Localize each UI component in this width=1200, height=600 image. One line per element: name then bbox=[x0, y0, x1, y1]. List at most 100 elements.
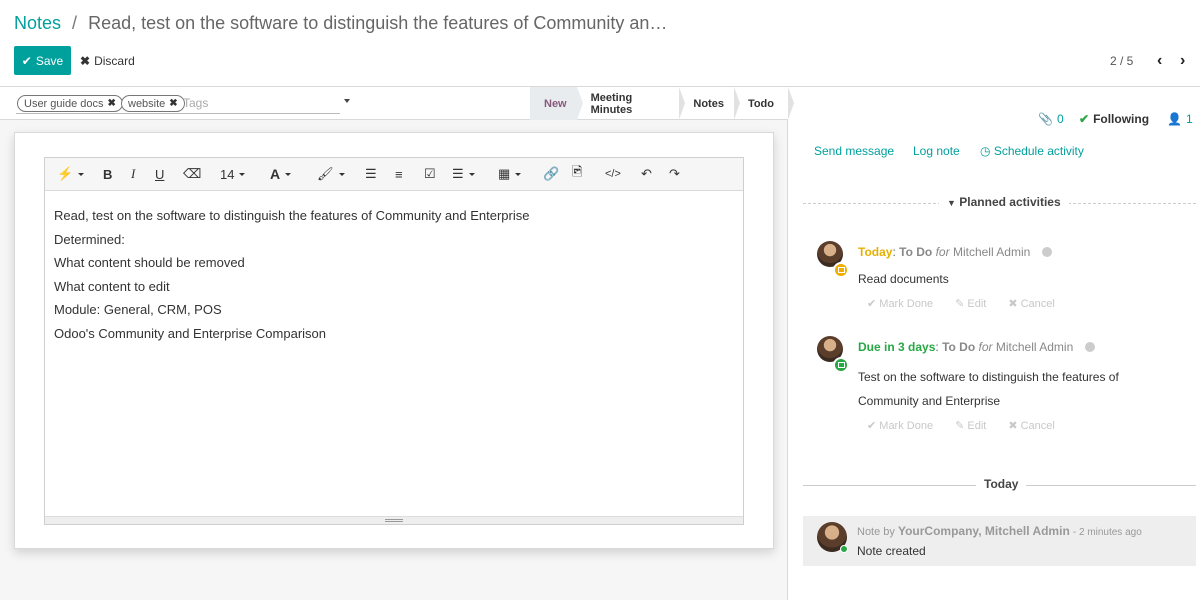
activity-for-label: for bbox=[978, 340, 993, 354]
editor-resize-handle[interactable] bbox=[45, 516, 743, 524]
note-content[interactable]: Read, test on the software to distinguis… bbox=[54, 204, 529, 345]
online-status-icon bbox=[840, 545, 848, 553]
activity-header[interactable]: Due in 3 days: To Do for Mitchell Admin bbox=[858, 340, 1095, 354]
attachments-count: 0 bbox=[1056, 112, 1064, 126]
font-color-icon: A bbox=[270, 166, 281, 182]
edit-activity-button[interactable]: ✎ Edit bbox=[955, 419, 986, 432]
info-icon[interactable] bbox=[1084, 342, 1095, 352]
breadcrumb-notes-link[interactable]: Notes bbox=[14, 13, 61, 33]
undo-icon[interactable]: ↶ bbox=[641, 166, 652, 182]
eraser-icon[interactable]: ⌫ bbox=[183, 166, 201, 182]
code-view-icon[interactable]: </> bbox=[605, 166, 621, 182]
save-button-label: Save bbox=[35, 53, 64, 68]
note-line: Odoo's Community and Enterprise Comparis… bbox=[54, 325, 326, 341]
activity-todo-icon bbox=[833, 262, 849, 278]
stage-notes[interactable]: Notes bbox=[679, 87, 740, 120]
link-icon[interactable]: 🔗 bbox=[543, 166, 559, 182]
clock-icon: ◷ bbox=[980, 144, 991, 158]
mark-done-label: Mark Done bbox=[879, 420, 934, 432]
magic-wand-icon: ⚡ bbox=[57, 166, 74, 181]
paint-brush-icon: 🖌 bbox=[317, 166, 334, 181]
mark-done-button[interactable]: ✔ Mark Done bbox=[867, 297, 933, 310]
activity-header[interactable]: Today: To Do for Mitchell Admin bbox=[858, 245, 1052, 259]
cancel-activity-button[interactable]: ✖ Cancel bbox=[1008, 419, 1055, 432]
remove-tag-icon[interactable]: ✖ bbox=[169, 98, 177, 109]
attachments-button[interactable]: 📎 0 bbox=[1038, 112, 1064, 126]
mark-done-button[interactable]: ✔ Mark Done bbox=[867, 419, 933, 432]
pager-next-icon[interactable]: › bbox=[1180, 52, 1185, 70]
note-editor: ⚡ B I U ⌫ 14 A 🖌 ☰ ≡ ☑ ☰ ▦ 🔗 🖻 </> ↶ ↷ R… bbox=[44, 157, 744, 525]
activity-summary: Test on the software to distinguish the … bbox=[858, 365, 1119, 413]
chatter-message: Note by YourCompany, Mitchell Admin - 2 … bbox=[803, 516, 1196, 566]
discard-button-label: Discard bbox=[94, 53, 135, 68]
activity-type: To Do bbox=[942, 340, 976, 354]
tags-field[interactable]: User guide docs ✖ website ✖ Tags bbox=[16, 93, 350, 114]
align-icon: ☰ bbox=[452, 166, 464, 181]
stage-todo[interactable]: Todo bbox=[734, 87, 795, 120]
message-author[interactable]: YourCompany, Mitchell Admin bbox=[898, 524, 1070, 538]
underline-button[interactable]: U bbox=[155, 166, 164, 182]
paperclip-icon: 📎 bbox=[1038, 112, 1053, 126]
activity-deadline: Today bbox=[858, 245, 893, 259]
followers-button[interactable]: 👤 1 bbox=[1167, 112, 1193, 126]
discard-button[interactable]: ✖ Discard bbox=[80, 46, 135, 75]
redo-icon[interactable]: ↷ bbox=[669, 166, 680, 182]
table-dropdown[interactable]: ▦ bbox=[498, 166, 522, 182]
chevron-down-icon[interactable] bbox=[344, 99, 350, 103]
cancel-label: Cancel bbox=[1020, 298, 1055, 310]
font-color-dropdown[interactable]: A bbox=[270, 166, 292, 182]
pager-value[interactable]: 2 / 5 bbox=[1110, 54, 1133, 68]
bullet-list-icon[interactable]: ☰ bbox=[365, 166, 377, 182]
tag-chip: User guide docs ✖ bbox=[17, 95, 123, 112]
log-note-button[interactable]: Log note bbox=[913, 144, 960, 158]
message-header: Note by YourCompany, Mitchell Admin - 2 … bbox=[857, 524, 1142, 538]
tags-input[interactable]: Tags bbox=[183, 96, 208, 110]
remove-tag-icon[interactable]: ✖ bbox=[108, 98, 116, 109]
edit-label: Edit bbox=[967, 298, 987, 310]
activity-separator: : bbox=[892, 245, 896, 259]
cancel-activity-button[interactable]: ✖ Cancel bbox=[1008, 297, 1055, 310]
day-separator-label: Today bbox=[976, 477, 1027, 491]
font-size-value: 14 bbox=[220, 166, 235, 182]
message-prefix: Note by bbox=[857, 526, 895, 538]
check-icon: ✔ bbox=[21, 53, 32, 68]
caret-down-icon: ▼ bbox=[947, 198, 956, 208]
style-dropdown[interactable]: ⚡ bbox=[57, 166, 85, 182]
form-statusbar: User guide docs ✖ website ✖ Tags New Mee… bbox=[0, 87, 795, 120]
stage-new[interactable]: New bbox=[530, 87, 583, 120]
editor-toolbar: ⚡ B I U ⌫ 14 A 🖌 ☰ ≡ ☑ ☰ ▦ 🔗 🖻 </> ↶ ↷ bbox=[45, 158, 743, 191]
schedule-activity-button[interactable]: ◷ Schedule activity bbox=[980, 144, 1084, 158]
following-button[interactable]: ✔ Following bbox=[1079, 112, 1149, 126]
stage-meeting-minutes[interactable]: Meeting Minutes bbox=[577, 87, 686, 120]
save-button[interactable]: ✔ Save bbox=[14, 46, 71, 75]
table-icon: ▦ bbox=[498, 166, 511, 181]
italic-button[interactable]: I bbox=[131, 166, 135, 182]
activity-type: To Do bbox=[899, 245, 933, 259]
paint-brush-dropdown[interactable]: 🖌 bbox=[317, 166, 345, 182]
note-line: Module: General, CRM, POS bbox=[54, 302, 222, 317]
send-message-button[interactable]: Send message bbox=[814, 144, 894, 158]
font-size-dropdown[interactable]: 14 bbox=[220, 166, 246, 182]
message-time: - 2 minutes ago bbox=[1072, 527, 1142, 538]
activity-summary-line: Test on the software to distinguish the … bbox=[858, 370, 1119, 384]
breadcrumb-separator: / bbox=[72, 13, 78, 33]
planned-activities-toggle[interactable]: ▼ Planned activities bbox=[939, 195, 1069, 209]
edit-activity-button[interactable]: ✎ Edit bbox=[955, 297, 986, 310]
note-line: What content to edit bbox=[54, 278, 170, 294]
user-icon: 👤 bbox=[1167, 112, 1182, 126]
activity-actions: ✔ Mark Done ✎ Edit ✖ Cancel bbox=[867, 297, 1055, 310]
align-dropdown[interactable]: ☰ bbox=[452, 166, 475, 182]
mark-done-label: Mark Done bbox=[879, 298, 934, 310]
numbered-list-icon[interactable]: ≡ bbox=[395, 166, 403, 182]
bold-button[interactable]: B bbox=[103, 166, 112, 182]
checklist-icon[interactable]: ☑ bbox=[424, 166, 436, 182]
following-label: Following bbox=[1093, 112, 1150, 126]
tag-label: User guide docs bbox=[24, 97, 104, 110]
check-icon: ✔ bbox=[1079, 112, 1090, 126]
info-icon[interactable] bbox=[1041, 247, 1052, 257]
chatter: 📎 0 ✔ Following 👤 1 Send message Log not… bbox=[789, 87, 1200, 600]
pager-previous-icon[interactable]: ‹ bbox=[1157, 52, 1162, 70]
activity-actions: ✔ Mark Done ✎ Edit ✖ Cancel bbox=[867, 419, 1055, 432]
image-icon[interactable]: 🖻 bbox=[572, 164, 582, 182]
activity-todo-icon bbox=[833, 357, 849, 373]
